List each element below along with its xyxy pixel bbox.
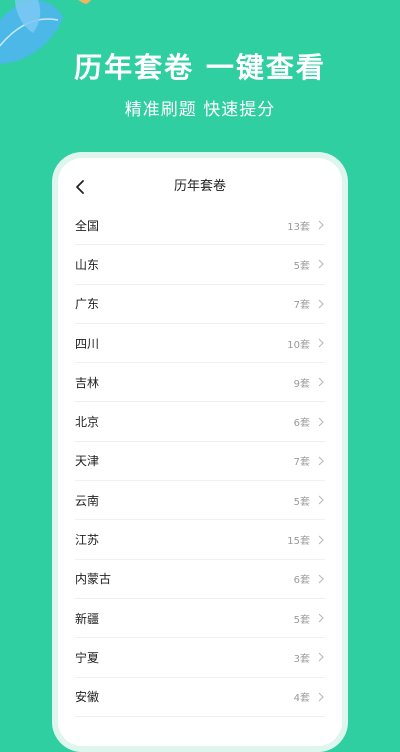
list-item[interactable]: 宁夏 3套 [75,638,325,678]
chevron-right-icon [318,299,324,309]
list-item-name: 山东 [75,257,100,272]
chevron-right-icon [318,220,324,230]
phone-screen: 历年套卷 全国 13套 山东 5套 广东 7套 四川 10套 吉林 9套 北京 6套 天津 7套 云南 5套江… [58,158,342,746]
chevron-right-icon [318,338,324,348]
list-item[interactable]: 云南 5套 [75,481,325,521]
list-item-name: 吉林 [75,375,100,390]
chevron-right-icon [318,377,324,387]
paper-count: 5套 [293,614,310,626]
list-item-meta: 5套 [294,493,325,508]
list-item[interactable]: 吉林 9套 [75,363,325,403]
chevron-right-icon [318,417,324,427]
list-item-name: 内蒙古 [75,572,112,587]
list-item-meta: 13套 [287,218,325,233]
paper-count: 9套 [293,378,310,390]
chevron-right-icon [318,535,324,544]
nav-bar: 历年套卷 [58,158,342,208]
list-item-meta: 9套 [294,375,325,390]
list-item-meta: 15套 [287,532,325,547]
list-item-name: 安徽 [75,690,100,705]
list-item-name: 云南 [75,493,100,508]
list-item-name: 全国 [75,218,100,233]
list-item-meta: 4套 [294,689,325,704]
paper-count: 10套 [287,339,310,351]
list-item[interactable]: 全国 13套 [75,206,325,246]
paper-count: 5套 [293,260,310,272]
paper-count: 15套 [287,536,310,548]
chevron-right-icon [318,652,324,662]
list-item-meta: 3套 [294,650,325,665]
chevron-right-icon [318,613,324,623]
paper-count: 13套 [287,221,310,233]
list-item[interactable]: 新疆 5套 [75,599,325,639]
paper-count: 3套 [293,653,310,665]
paper-count: 6套 [293,418,310,430]
list-item-meta: 5套 [294,257,325,272]
list-item-name: 江苏 [75,533,100,548]
list-item[interactable]: 北京 6套 [75,402,325,442]
chevron-right-icon [318,260,324,269]
list-item-meta: 6套 [294,414,325,429]
list-item-name: 新疆 [75,611,100,626]
list-item-name: 宁夏 [75,650,100,665]
list-item-name: 北京 [75,415,100,430]
list-item[interactable]: 山东 5套 [75,245,325,285]
list-item-meta: 7套 [294,296,325,311]
paper-count: 4套 [293,693,310,705]
paper-count: 7套 [293,300,310,312]
subline: 精准刷题 快速提分 [124,100,276,120]
list-item[interactable]: 广东 7套 [75,285,325,324]
chevron-right-icon [318,495,324,505]
chevron-right-icon [318,574,324,584]
headline: 历年套卷 一键查看 [74,51,326,84]
chevron-right-icon [318,692,324,702]
list-item-name: 四川 [75,336,100,351]
list-item-meta: 6套 [294,571,325,586]
phone-mockup: 历年套卷 全国 13套 山东 5套 广东 7套 四川 10套 吉林 9套 北京 6套 天津 7套 云南 5套江… [52,152,348,752]
list-item-meta: 10套 [287,336,325,351]
paper-count: 7套 [293,457,310,469]
list-item[interactable]: 江苏 15套 [75,520,325,560]
region-list: 全国 13套 山东 5套 广东 7套 四川 10套 吉林 9套 北京 6套 天津 7套 云南 5套 江苏 15套内… [75,206,325,717]
list-item-name: 天津 [75,454,100,469]
page-title: 历年套卷 [173,179,226,194]
list-item-name: 广东 [75,297,100,312]
chevron-right-icon [318,456,324,466]
list-item-meta: 5套 [294,611,325,626]
paper-count: 6套 [293,575,310,587]
paper-count: 5套 [293,496,310,508]
list-item[interactable]: 天津 7套 [75,442,325,482]
list-item[interactable]: 内蒙古 6套 [75,560,325,599]
list-item-meta: 7套 [294,453,325,468]
list-item[interactable]: 四川 10套 [75,324,325,364]
